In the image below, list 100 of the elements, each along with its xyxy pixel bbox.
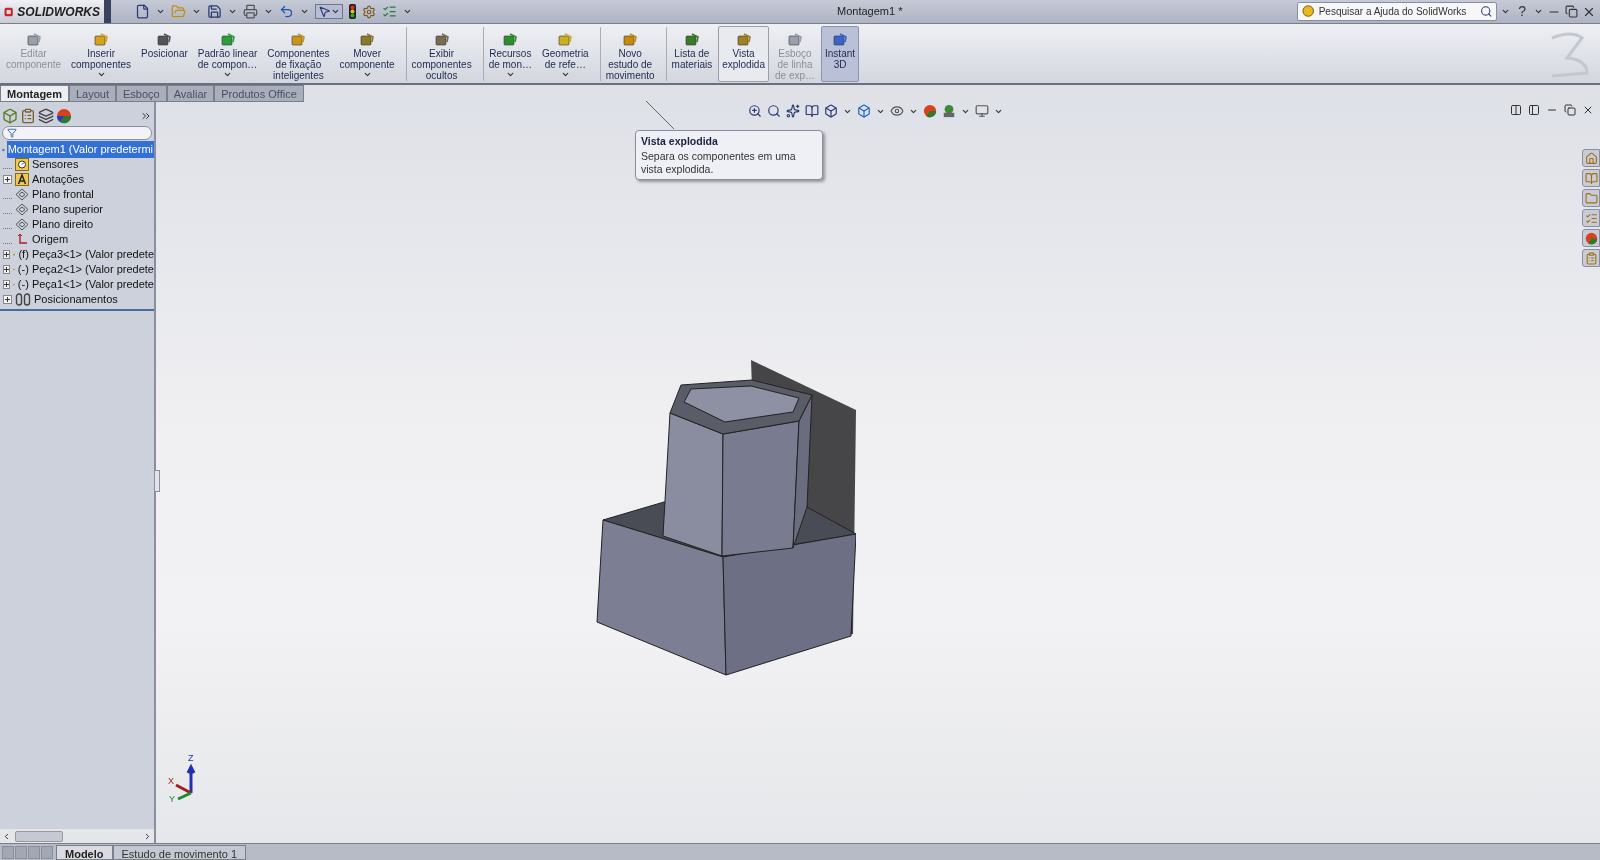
traffic-light-icon[interactable] [349,4,356,19]
task-pane-tab[interactable] [1582,149,1600,167]
split-view-icon[interactable] [1510,104,1522,116]
tree-item[interactable]: Origem [32,231,69,248]
expand-icon[interactable] [3,280,10,289]
caret-icon[interactable] [192,7,201,16]
horizontal-scrollbar[interactable] [0,829,154,843]
list-icon[interactable] [382,4,397,19]
command-tab[interactable]: Layout [69,85,117,102]
tree-root-item[interactable]: Montagem1 (Valor predetermi [6,141,154,158]
caret-icon[interactable] [1501,7,1511,16]
tree-item[interactable]: (f) Peça3<1> (Valor predete [18,246,154,263]
tree-item[interactable]: Anotações [32,171,84,188]
display-style-icon[interactable] [857,104,871,118]
ribbon-button[interactable]: Vista explodida [718,25,769,82]
app-logo[interactable]: SOLIDWORKS [0,0,104,23]
task-pane-tab[interactable] [1582,169,1600,187]
ribbon-button[interactable]: Componentes de fixação inteligentes [263,25,334,82]
expand-icon[interactable] [3,295,12,304]
help-button[interactable]: ? [1514,1,1530,22]
plane-icon [15,218,29,231]
axis-label: Z [188,752,194,765]
expand-icon[interactable] [3,250,10,259]
tool-icon [622,31,639,48]
zoom-area-icon[interactable] [767,104,781,118]
options-icon[interactable] [362,4,376,19]
tool-icon [502,31,519,48]
filter-field[interactable] [2,126,152,140]
plane-icon [15,188,29,201]
ribbon-button[interactable]: Instant 3D [821,25,860,82]
scroll-left-icon[interactable] [2,831,11,841]
ribbon-button[interactable]: Mover componente [335,25,399,82]
print-icon[interactable] [243,4,258,19]
caret-icon[interactable] [264,7,273,16]
close-icon[interactable] [1582,104,1594,116]
configuration-tab-icon[interactable] [38,107,54,124]
zoom-fit-icon[interactable] [748,104,762,118]
model-tab[interactable]: Estudo de movimento 1 [112,844,247,860]
panel-collapse-handle[interactable] [154,470,160,492]
annotation-icon [15,173,29,186]
tool-icon [156,31,173,48]
model-tab[interactable]: Modelo [56,844,113,860]
search-icon[interactable] [1479,5,1493,18]
expand-icon[interactable] [3,265,10,274]
task-pane-tab[interactable] [1582,229,1600,247]
scroll-right-icon[interactable] [143,831,152,841]
property-tab-icon[interactable] [20,107,36,124]
axis-label: X [168,775,174,788]
caret-icon[interactable] [1534,7,1543,16]
hide-show-icon[interactable] [890,104,904,118]
mates-icon [15,293,31,306]
tree-item[interactable]: Posicionamentos [34,291,118,308]
ribbon-button[interactable]: Inserir componentes [67,25,136,82]
caret-icon[interactable] [156,7,165,16]
tree-item[interactable]: Plano direito [32,216,94,233]
caret-icon[interactable] [228,7,237,16]
save-icon[interactable] [207,4,222,19]
command-tab[interactable]: Esboço [116,85,167,102]
undo-icon[interactable] [279,4,294,19]
view-settings-icon[interactable] [975,104,989,118]
command-tab[interactable]: Produtos Office [214,85,304,102]
scene-icon[interactable] [942,104,956,118]
ribbon-button[interactable]: Padrão linear de compon… [193,25,262,82]
tree-item[interactable]: Plano frontal [32,186,94,203]
select-caret-icon[interactable] [331,7,340,16]
ribbon-button[interactable]: Lista de materiais [664,25,717,82]
new-document-icon[interactable] [135,4,150,19]
caret-icon[interactable] [403,7,412,16]
tool-icon [735,31,752,48]
tree-item[interactable]: Plano superior [32,201,103,218]
expand-icon[interactable] [3,175,12,184]
help-bubble-icon [1302,5,1315,18]
section-view-icon[interactable] [805,104,819,118]
ribbon-button[interactable]: Novo estudo de movimento [598,25,659,82]
tree-item[interactable]: (-) Peça2<1> (Valor predete [17,261,154,278]
tooltip-title: Vista explodida [641,134,719,149]
select-tool[interactable] [315,4,343,19]
filter-icon [7,128,17,138]
appearance-tab-icon[interactable] [56,107,72,124]
command-tab[interactable]: Montagem [0,85,69,102]
appearance-icon[interactable] [923,104,937,118]
task-pane-tab[interactable] [1582,209,1600,227]
tree-item[interactable]: (-) Peça1<1> (Valor predete [17,276,154,293]
view-orientation-icon[interactable] [824,104,838,118]
command-tab[interactable]: Avaliar [166,85,215,102]
tree-item[interactable]: Sensores [32,156,79,173]
restore-icon[interactable] [1564,104,1576,116]
ribbon-button[interactable]: Recursos de mon… [481,25,536,82]
restore-icon[interactable] [1565,5,1578,18]
feature-tree-tab-icon[interactable] [2,107,18,124]
ribbon-button[interactable]: Exibir componentes ocultos [404,25,476,82]
ribbon-button[interactable]: Geometria de refe… [538,25,593,82]
viewport-icon[interactable] [1528,104,1540,116]
tool-icon [683,31,700,48]
plane-icon [15,203,29,216]
caret-icon[interactable] [300,7,309,16]
pointer-icon [318,5,331,18]
appearance-icon [1584,231,1598,245]
help-search-field[interactable]: Pesquisar a Ajuda do SolidWorks [1297,2,1498,21]
ribbon-button[interactable]: Posicionar [137,25,192,82]
